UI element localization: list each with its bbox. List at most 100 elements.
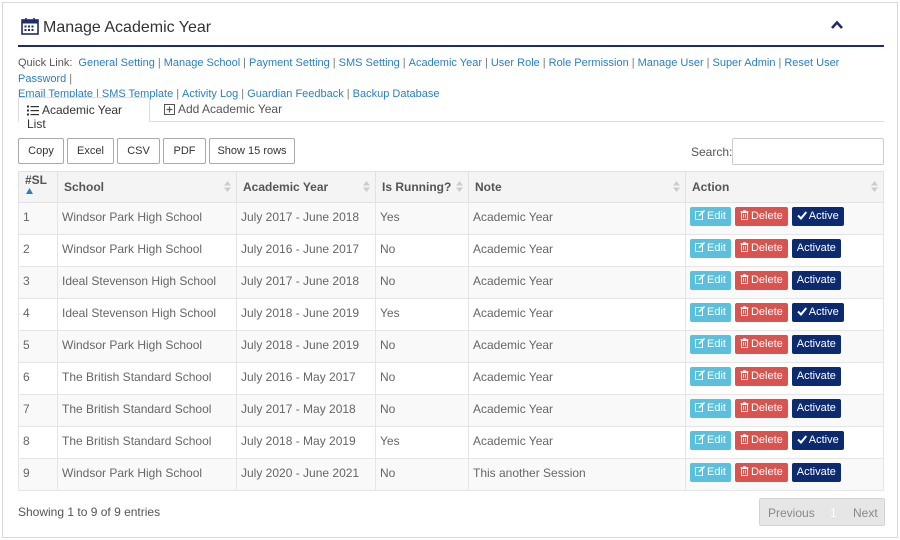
cell-action: Edit Delete Activate [685, 266, 884, 299]
check-icon [797, 211, 807, 220]
delete-button[interactable]: Delete [734, 207, 788, 226]
tab-label: Academic Year List [27, 103, 123, 131]
cell-school: The British Standard School [57, 394, 237, 427]
quick-link-general-setting[interactable]: General Setting [78, 57, 154, 69]
cell-note: Academic Year [468, 394, 686, 427]
edit-icon [695, 465, 706, 476]
delete-button[interactable]: Delete [734, 431, 788, 450]
delete-button[interactable]: Delete [734, 335, 788, 354]
column-header-action[interactable]: Action [685, 171, 884, 203]
cell-academic-year: July 2017 - June 2018 [236, 266, 376, 299]
table-row: 4 Ideal Stevenson High School July 2018 - … [18, 298, 884, 331]
edit-icon [695, 241, 706, 252]
show-rows-button[interactable]: Show 15 rows [209, 138, 295, 164]
page-number-button[interactable]: 1 [830, 506, 837, 520]
trash-icon [740, 274, 749, 284]
column-header-note[interactable]: Note [468, 171, 686, 203]
tab-academic-year-list[interactable]: Academic Year List [18, 97, 150, 131]
cell-action: Edit Delete Activate [685, 234, 884, 267]
cell-is-running: No [375, 234, 469, 267]
quick-link-super-admin[interactable]: Super Admin [712, 57, 775, 69]
edit-icon [695, 401, 706, 412]
cell-sl: 8 [18, 426, 58, 459]
quick-link-manage-school[interactable]: Manage School [164, 57, 240, 69]
quick-link-role-permission[interactable]: Role Permission [549, 57, 629, 69]
cell-note: Academic Year [468, 202, 686, 235]
column-header-sl[interactable]: #SL [18, 171, 58, 203]
cell-is-running: No [375, 362, 469, 395]
cell-sl: 4 [18, 298, 58, 331]
quick-links: Quick Link: General Setting | Manage School… [18, 57, 840, 100]
delete-button[interactable]: Delete [734, 463, 788, 482]
cell-academic-year: July 2017 - May 2018 [236, 394, 376, 427]
edit-button[interactable]: Edit [690, 271, 731, 290]
edit-button[interactable]: Edit [690, 399, 731, 418]
cell-action: Edit Delete Activate [685, 362, 884, 395]
edit-icon [695, 305, 706, 316]
quick-link-user-role[interactable]: User Role [491, 57, 540, 69]
edit-icon [695, 369, 706, 380]
csv-button[interactable]: CSV [117, 138, 160, 164]
cell-is-running: No [375, 458, 469, 491]
edit-button[interactable]: Edit [690, 463, 731, 482]
cell-note: Academic Year [468, 266, 686, 299]
edit-icon [695, 433, 706, 444]
active-button[interactable]: Active [791, 303, 844, 322]
quick-link-academic-year[interactable]: Academic Year [409, 57, 482, 69]
trash-icon [740, 370, 749, 380]
quick-link-sms-setting[interactable]: SMS Setting [339, 57, 400, 69]
table-row: 8 The British Standard School July 2018 - … [18, 426, 884, 459]
cell-academic-year: July 2018 - June 2019 [236, 330, 376, 363]
column-header-is-running[interactable]: Is Running? [375, 171, 469, 203]
table-info: Showing 1 to 9 of 9 entries [18, 505, 161, 519]
cell-note: Academic Year [468, 298, 686, 331]
column-header-academic-year[interactable]: Academic Year [236, 171, 376, 203]
cell-academic-year: July 2018 - June 2019 [236, 298, 376, 331]
activate-button[interactable]: Activate [791, 367, 841, 386]
next-button[interactable]: Next [853, 506, 878, 520]
edit-button[interactable]: Edit [690, 303, 731, 322]
delete-button[interactable]: Delete [734, 271, 788, 290]
quick-link-label: Quick Link: [18, 57, 73, 69]
active-button[interactable]: Active [791, 431, 844, 450]
cell-academic-year: July 2020 - June 2021 [236, 458, 376, 491]
edit-button[interactable]: Edit [690, 207, 731, 226]
cell-action: Edit Delete Active [685, 202, 884, 235]
active-button[interactable]: Active [791, 207, 844, 226]
activate-button[interactable]: Activate [791, 271, 841, 290]
edit-button[interactable]: Edit [690, 367, 731, 386]
previous-button[interactable]: Previous [768, 506, 815, 520]
excel-button[interactable]: Excel [67, 138, 114, 164]
delete-button[interactable]: Delete [734, 399, 788, 418]
cell-school: Ideal Stevenson High School [57, 266, 237, 299]
delete-button[interactable]: Delete [734, 303, 788, 322]
cell-sl: 5 [18, 330, 58, 363]
trash-icon [740, 402, 749, 412]
cell-school: Windsor Park High School [57, 330, 237, 363]
delete-button[interactable]: Delete [734, 367, 788, 386]
column-header-school[interactable]: School [57, 171, 237, 203]
activate-button[interactable]: Activate [791, 463, 841, 482]
sort-asc-icon [26, 188, 33, 194]
cell-note: Academic Year [468, 362, 686, 395]
chevron-up-icon[interactable] [830, 18, 844, 32]
quick-link-payment-setting[interactable]: Payment Setting [249, 57, 330, 69]
cell-action: Edit Delete Active [685, 298, 884, 331]
activate-button[interactable]: Activate [791, 335, 841, 354]
sort-icon [363, 181, 370, 192]
edit-button[interactable]: Edit [690, 239, 731, 258]
pdf-button[interactable]: PDF [163, 138, 206, 164]
edit-button[interactable]: Edit [690, 431, 731, 450]
tab-add-academic-year[interactable]: Add Academic Year [156, 97, 290, 122]
quick-link-manage-user[interactable]: Manage User [638, 57, 704, 69]
edit-icon [695, 337, 706, 348]
copy-button[interactable]: Copy [18, 138, 64, 164]
sort-icon [673, 181, 680, 192]
search-input[interactable] [732, 138, 884, 165]
delete-button[interactable]: Delete [734, 239, 788, 258]
check-icon [797, 435, 807, 444]
cell-sl: 1 [18, 202, 58, 235]
activate-button[interactable]: Activate [791, 239, 841, 258]
edit-button[interactable]: Edit [690, 335, 731, 354]
activate-button[interactable]: Activate [791, 399, 841, 418]
